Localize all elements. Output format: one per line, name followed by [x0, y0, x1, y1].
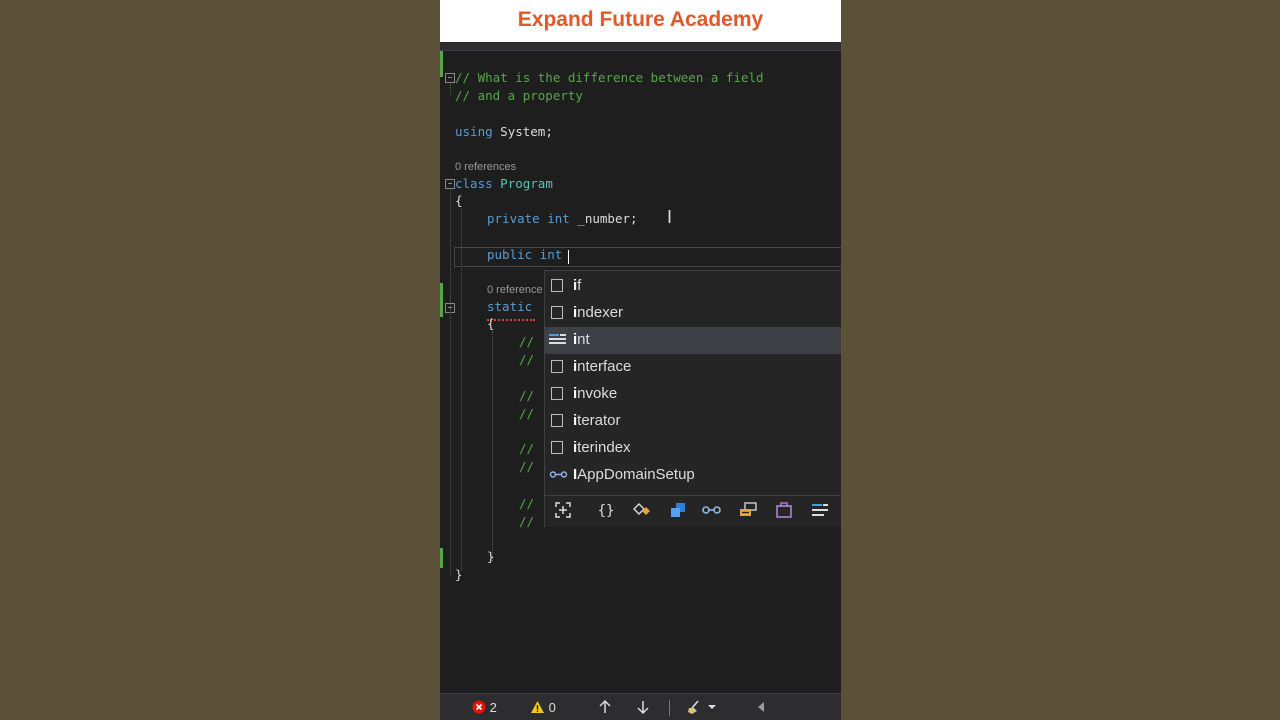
code-comment-line: //: [519, 496, 535, 511]
codelens-references[interactable]: 0 references: [455, 161, 516, 173]
warning-count-button[interactable]: 0: [530, 699, 556, 717]
field-name: _number;: [569, 211, 638, 226]
code-brace: }: [455, 567, 463, 582]
namespace-filter-icon[interactable]: {}: [595, 501, 617, 521]
indent-guide: [450, 190, 451, 575]
codelens-references[interactable]: 0 reference: [487, 284, 543, 296]
background-right: [841, 0, 1280, 720]
code-comment-line: //: [519, 406, 535, 421]
static-keyword: static: [487, 299, 533, 314]
code-class-line: class Program: [455, 176, 553, 191]
warning-icon: [531, 701, 544, 713]
class-filter-icon[interactable]: [631, 501, 653, 521]
text-caret: [568, 250, 569, 264]
completion-item[interactable]: indexer: [545, 300, 841, 327]
code-comment-line: //: [519, 352, 535, 367]
warning-count: 0: [548, 700, 556, 715]
code-comment-line: //: [519, 388, 535, 403]
broom-icon: [688, 700, 716, 714]
int-keyword: int: [532, 247, 563, 262]
code-field-line: private int _number;: [487, 211, 638, 226]
interface-icon: [549, 468, 568, 481]
code-using-line: using System;: [455, 124, 553, 139]
snippet-icon: [551, 360, 563, 373]
code-brace: {: [455, 193, 463, 208]
status-divider: [669, 700, 670, 716]
code-brace: }: [487, 549, 495, 564]
completion-item-selected[interactable]: int: [545, 327, 841, 354]
code-editor[interactable]: − − − // What is the difference between …: [440, 51, 841, 691]
editor-status-bar: 2 0: [440, 693, 841, 720]
class-name: Program: [492, 176, 553, 191]
channel-banner: Expand Future Academy: [440, 0, 841, 42]
snippet-icon: [551, 441, 563, 454]
arrow-up-icon: [599, 699, 611, 713]
snippet-icon: [551, 387, 563, 400]
code-cleanup-button[interactable]: [686, 699, 718, 717]
completion-item[interactable]: iterator: [545, 408, 841, 435]
keyword-icon: [549, 333, 566, 346]
editor-tabstrip: [440, 42, 841, 51]
struct-filter-icon[interactable]: [667, 501, 689, 521]
int-keyword: int: [539, 211, 570, 226]
code-comment-line: //: [519, 441, 535, 456]
delegate-filter-icon[interactable]: [773, 501, 795, 521]
code-comment-line: //: [519, 514, 535, 529]
caret-left-icon: [758, 702, 764, 712]
code-brace: {: [487, 316, 495, 331]
code-comment-line: // and a property: [455, 88, 583, 103]
completion-item[interactable]: IAppDomainSetup: [545, 462, 841, 489]
change-bar: [440, 51, 443, 77]
enum-filter-icon[interactable]: [737, 501, 759, 521]
completion-item[interactable]: invoke: [545, 381, 841, 408]
intellisense-completion-list[interactable]: if indexer int interface invoke iterator…: [544, 270, 841, 527]
error-icon: [472, 700, 486, 714]
keyword-filter-icon[interactable]: [809, 501, 831, 521]
completion-item[interactable]: iterindex: [545, 435, 841, 462]
video-frame: Expand Future Academy − − − // What is t…: [440, 0, 841, 720]
error-count: 2: [489, 700, 497, 715]
namespace-name: System;: [492, 124, 553, 139]
code-comment-line: //: [519, 334, 535, 349]
change-bar: [440, 283, 443, 317]
private-keyword: private: [487, 211, 540, 226]
code-comment-line: //: [519, 459, 535, 474]
snippet-icon: [551, 306, 563, 319]
snippet-icon: [551, 414, 563, 427]
class-keyword: class: [455, 176, 493, 191]
code-comment-line: // What is the difference between a fiel…: [455, 70, 764, 85]
keyword-icon: [551, 279, 563, 292]
previous-issue-button[interactable]: [598, 699, 612, 717]
fold-toggle-icon[interactable]: −: [445, 179, 455, 189]
completion-filter-bar: {}: [545, 495, 841, 527]
error-count-button[interactable]: 2: [472, 699, 497, 717]
using-keyword: using: [455, 124, 493, 139]
indent-guide: [450, 84, 451, 96]
fold-toggle-icon[interactable]: −: [445, 73, 455, 83]
code-property-line: public int: [487, 247, 562, 262]
scroll-left-button[interactable]: [756, 699, 766, 717]
public-keyword: public: [487, 247, 533, 262]
indent-guide: [492, 331, 493, 561]
snippet-filter-icon[interactable]: [552, 501, 574, 521]
completion-item[interactable]: interface: [545, 354, 841, 381]
background-left: [0, 0, 440, 720]
text-cursor-icon: I: [667, 207, 673, 227]
arrow-down-icon: [637, 701, 649, 715]
interface-filter-icon[interactable]: [701, 501, 723, 521]
change-bar: [440, 548, 443, 568]
next-issue-button[interactable]: [636, 699, 650, 717]
completion-item[interactable]: if: [545, 273, 841, 300]
